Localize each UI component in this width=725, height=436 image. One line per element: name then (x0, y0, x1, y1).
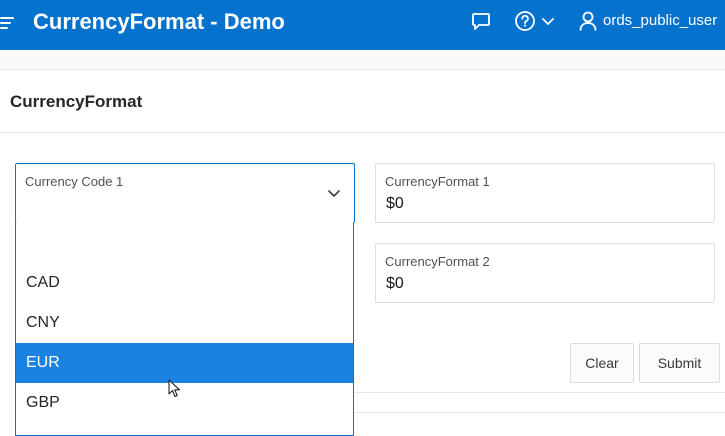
dropdown-option-cny[interactable]: CNY (16, 303, 353, 343)
dropdown-option-cad[interactable]: CAD (16, 263, 353, 303)
app-title[interactable]: CurrencyFormat - Demo (33, 8, 285, 36)
breadcrumb-bar (0, 50, 725, 70)
divider (355, 392, 725, 393)
app-header: CurrencyFormat - Demo ords_public_user (0, 0, 725, 50)
menu-icon[interactable] (0, 13, 14, 33)
dropdown-option-gbp[interactable]: GBP (16, 383, 353, 423)
user-icon[interactable] (578, 10, 598, 32)
help-menu[interactable] (514, 10, 558, 32)
currency-format-2-field[interactable]: CurrencyFormat 2 $0 (375, 243, 715, 303)
submit-button[interactable]: Submit (639, 343, 720, 383)
currency-format-1-field[interactable]: CurrencyFormat 1 $0 (375, 163, 715, 223)
region-divider (0, 132, 725, 133)
divider (355, 412, 725, 413)
chevron-down-icon (542, 18, 554, 25)
currency-code-1-label: Currency Code 1 (25, 174, 124, 189)
mouse-cursor-icon (168, 379, 181, 398)
currency-format-1-value: $0 (386, 195, 404, 212)
currency-code-1-dropdown: CAD CNY EUR GBP (15, 222, 354, 436)
chat-icon[interactable] (470, 10, 492, 32)
currency-format-2-value: $0 (386, 275, 404, 292)
dropdown-option-eur[interactable]: EUR (16, 343, 353, 383)
dropdown-option-empty[interactable] (16, 222, 353, 262)
currency-format-2-label: CurrencyFormat 2 (385, 254, 490, 269)
user-menu[interactable]: ords_public_user (603, 12, 717, 30)
currency-format-1-label: CurrencyFormat 1 (385, 174, 490, 189)
clear-button[interactable]: Clear (570, 343, 634, 383)
chevron-down-icon (328, 190, 340, 197)
region-title: CurrencyFormat (10, 92, 143, 111)
currency-code-1-select[interactable]: Currency Code 1 (15, 163, 355, 223)
help-icon (515, 11, 535, 31)
